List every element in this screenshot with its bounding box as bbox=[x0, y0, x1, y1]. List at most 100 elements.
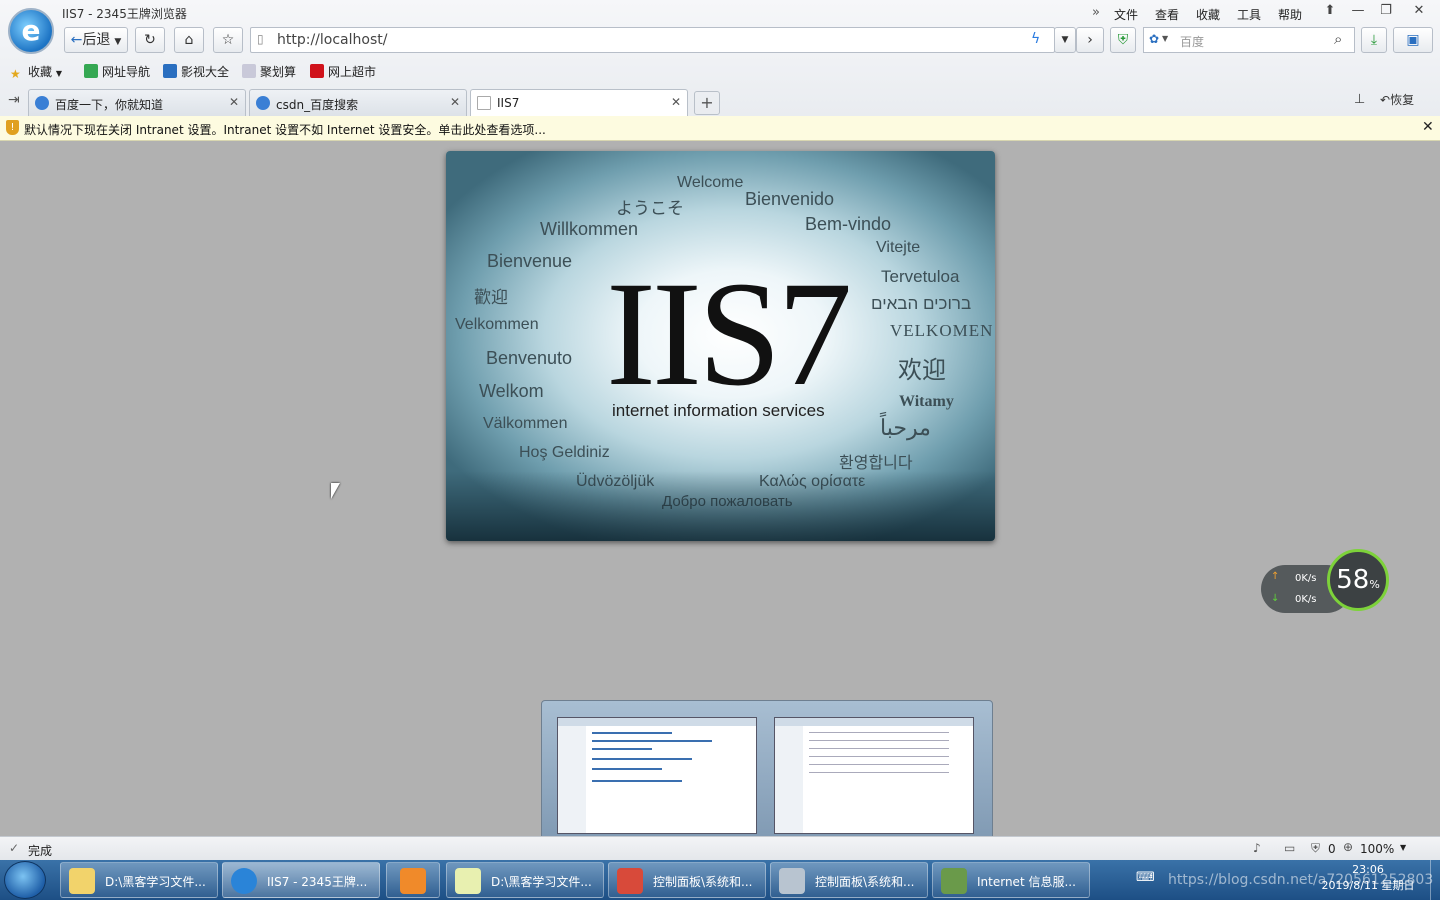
taskbar-thumbnail-preview bbox=[541, 700, 993, 852]
taskbar-label: IIS7 - 2345王牌... bbox=[267, 875, 368, 889]
info-bar-text[interactable]: 默认情况下现在关闭 Intranet 设置。Intranet 设置不如 Inte… bbox=[24, 121, 546, 138]
close-window-button[interactable]: ✕ bbox=[1408, 2, 1430, 20]
taskbar-item-iis-manager[interactable]: Internet 信息服... bbox=[932, 862, 1090, 898]
start-button[interactable] bbox=[4, 861, 46, 899]
window-icon[interactable]: ▭ bbox=[1284, 841, 1295, 855]
refresh-button[interactable]: ↻ bbox=[135, 27, 165, 53]
thumbnail-window-1[interactable] bbox=[557, 717, 757, 834]
keyboard-icon[interactable]: ⌨ bbox=[1136, 870, 1155, 885]
download-speed: 0K/s bbox=[1295, 594, 1317, 605]
taskbar-item-media[interactable] bbox=[386, 862, 440, 898]
iis7-title: IIS7 bbox=[606, 251, 852, 417]
lightning-icon[interactable]: ϟ bbox=[1031, 31, 1040, 47]
memory-usage-gauge[interactable]: 58% bbox=[1327, 549, 1389, 611]
restore-closed-button[interactable]: ↶恢复 bbox=[1380, 91, 1414, 108]
percent-unit: % bbox=[1369, 578, 1380, 591]
shield-icon[interactable]: ⛨ bbox=[1311, 841, 1320, 856]
thumbnail-window-2[interactable] bbox=[774, 717, 974, 834]
sidebar-toggle-icon[interactable]: ⇥ bbox=[8, 92, 20, 108]
tmall-icon bbox=[310, 64, 324, 78]
speaker-icon[interactable]: ♪ bbox=[1253, 841, 1261, 855]
iis7-welcome-image[interactable]: Welcome ようこそ Bienvenido Willkommen Bem-v… bbox=[446, 151, 995, 541]
download-button[interactable]: ⤓ bbox=[1361, 27, 1387, 53]
welcome-word: Bem-vindo bbox=[805, 214, 892, 234]
go-button[interactable]: › bbox=[1076, 27, 1104, 53]
taskbar-item-browser[interactable]: IIS7 - 2345王牌... bbox=[222, 862, 380, 898]
taskbar-item-control-panel-2[interactable]: 控制面板\系统和... bbox=[770, 862, 928, 898]
taskbar-label: D:\黑客学习文件... bbox=[491, 875, 592, 889]
close-icon[interactable]: ✕ bbox=[1422, 119, 1434, 135]
address-bar[interactable]: ▯ http://localhost/ ϟ bbox=[250, 27, 1055, 53]
network-speed-widget[interactable]: ↑ 0K/s ↓ 0K/s 58% bbox=[1261, 549, 1389, 619]
chevron-down-icon[interactable]: ▼ bbox=[1400, 843, 1406, 852]
taskbar-label: 控制面板\系统和... bbox=[653, 875, 753, 889]
home-button[interactable]: ⌂ bbox=[174, 27, 204, 53]
info-bar[interactable]: ! 默认情况下现在关闭 Intranet 设置。Intranet 设置不如 In… bbox=[0, 116, 1440, 141]
pin-tab-icon[interactable]: ⊥ bbox=[1354, 92, 1365, 107]
nav-icon bbox=[84, 64, 98, 78]
restore-window-button[interactable]: ❐ bbox=[1375, 2, 1397, 20]
menu-tools[interactable]: 工具 bbox=[1237, 6, 1261, 23]
welcome-word: Tervetuloa bbox=[881, 267, 960, 286]
status-bar: ✓ 完成 ♪ ▭ ⛨ 0 ⊕ 100% ▼ bbox=[0, 836, 1440, 860]
browser-logo-icon[interactable]: e bbox=[8, 8, 54, 54]
control-panel-icon bbox=[617, 868, 643, 894]
close-icon[interactable]: ✕ bbox=[671, 95, 681, 109]
menu-file[interactable]: 文件 bbox=[1114, 6, 1138, 23]
taskbar-item-control-panel-1[interactable]: 控制面板\系统和... bbox=[608, 862, 766, 898]
close-icon[interactable]: ✕ bbox=[229, 95, 239, 109]
zoom-icon[interactable]: ⊕ bbox=[1343, 840, 1353, 854]
browser-chrome: e IIS7 - 2345王牌浏览器 » 文件 查看 收藏 工具 帮助 ⬆ — … bbox=[0, 0, 1440, 116]
pin-icon[interactable]: ⬆ bbox=[1319, 2, 1341, 20]
bookmark-supermarket[interactable]: 网上超市 bbox=[310, 63, 376, 80]
shield-count: 0 bbox=[1328, 842, 1336, 856]
menu-favorites[interactable]: 收藏 bbox=[1196, 6, 1220, 23]
baidu-paw-icon bbox=[35, 96, 49, 110]
more-menu-icon[interactable]: » bbox=[1092, 5, 1100, 20]
star-icon: ★ bbox=[10, 67, 21, 81]
taskbar-label: 控制面板\系统和... bbox=[815, 875, 915, 889]
film-icon bbox=[163, 64, 177, 78]
done-check-icon: ✓ bbox=[9, 841, 20, 855]
restore-label: 恢复 bbox=[1390, 93, 1415, 107]
tab-baidu[interactable]: 百度一下，你就知道 ✕ bbox=[28, 89, 246, 116]
welcome-word: Välkommen bbox=[483, 415, 568, 432]
upload-arrow-icon: ↑ bbox=[1271, 571, 1280, 582]
download-icon: ⤓ bbox=[1370, 32, 1378, 48]
search-icon[interactable]: ⌕ bbox=[1334, 30, 1342, 48]
zoom-level[interactable]: 100% bbox=[1360, 842, 1394, 856]
tab-csdn[interactable]: csdn_百度搜索 ✕ bbox=[249, 89, 467, 116]
search-input[interactable]: 百度 bbox=[1180, 33, 1204, 50]
bookmark-favorites[interactable]: ★ 收藏 ▼ bbox=[10, 63, 62, 81]
baidu-paw-icon[interactable]: ✿ bbox=[1149, 32, 1159, 46]
tab-iis7[interactable]: IIS7 ✕ bbox=[470, 89, 688, 116]
close-icon[interactable]: ✕ bbox=[450, 95, 460, 109]
screenshot-button[interactable]: ▣ bbox=[1393, 27, 1433, 53]
chevron-down-icon: ▼ bbox=[1162, 34, 1169, 43]
minimize-button[interactable]: — bbox=[1347, 2, 1369, 20]
favorite-button[interactable]: ☆ bbox=[213, 27, 243, 53]
welcome-word: Witamy bbox=[899, 393, 954, 410]
taskbar-item-notepad[interactable]: D:\黑客学习文件... bbox=[446, 862, 604, 898]
home-icon: ⌂ bbox=[184, 32, 194, 48]
bookmark-nav[interactable]: 网址导航 bbox=[84, 63, 150, 80]
window-title: IIS7 - 2345王牌浏览器 bbox=[62, 7, 187, 21]
menu-view[interactable]: 查看 bbox=[1155, 6, 1179, 23]
back-button[interactable]: ←后退 ▼ bbox=[64, 27, 128, 53]
search-box[interactable]: ✿ ▼ 百度 ⌕ bbox=[1143, 27, 1355, 53]
welcome-word: Bienvenue bbox=[487, 251, 573, 271]
welcome-word: Vitejte bbox=[876, 239, 921, 256]
media-player-icon bbox=[400, 868, 426, 894]
bookmark-video[interactable]: 影视大全 bbox=[163, 63, 229, 80]
bookmark-juhuasuan[interactable]: 聚划算 bbox=[242, 63, 296, 80]
taskbar-label: D:\黑客学习文件... bbox=[105, 875, 206, 889]
address-input[interactable]: http://localhost/ bbox=[277, 32, 387, 48]
chevron-right-icon: › bbox=[1087, 32, 1093, 48]
address-dropdown-button[interactable]: ▼ bbox=[1054, 27, 1076, 53]
security-button[interactable]: ⛨ bbox=[1110, 27, 1136, 53]
chevron-down-icon: ▼ bbox=[1061, 35, 1069, 45]
menu-help[interactable]: 帮助 bbox=[1278, 6, 1302, 23]
welcome-word: Hoş Geldiniz bbox=[519, 444, 610, 461]
taskbar-item-explorer[interactable]: D:\黑客学习文件... bbox=[60, 862, 218, 898]
new-tab-button[interactable]: + bbox=[694, 91, 720, 115]
